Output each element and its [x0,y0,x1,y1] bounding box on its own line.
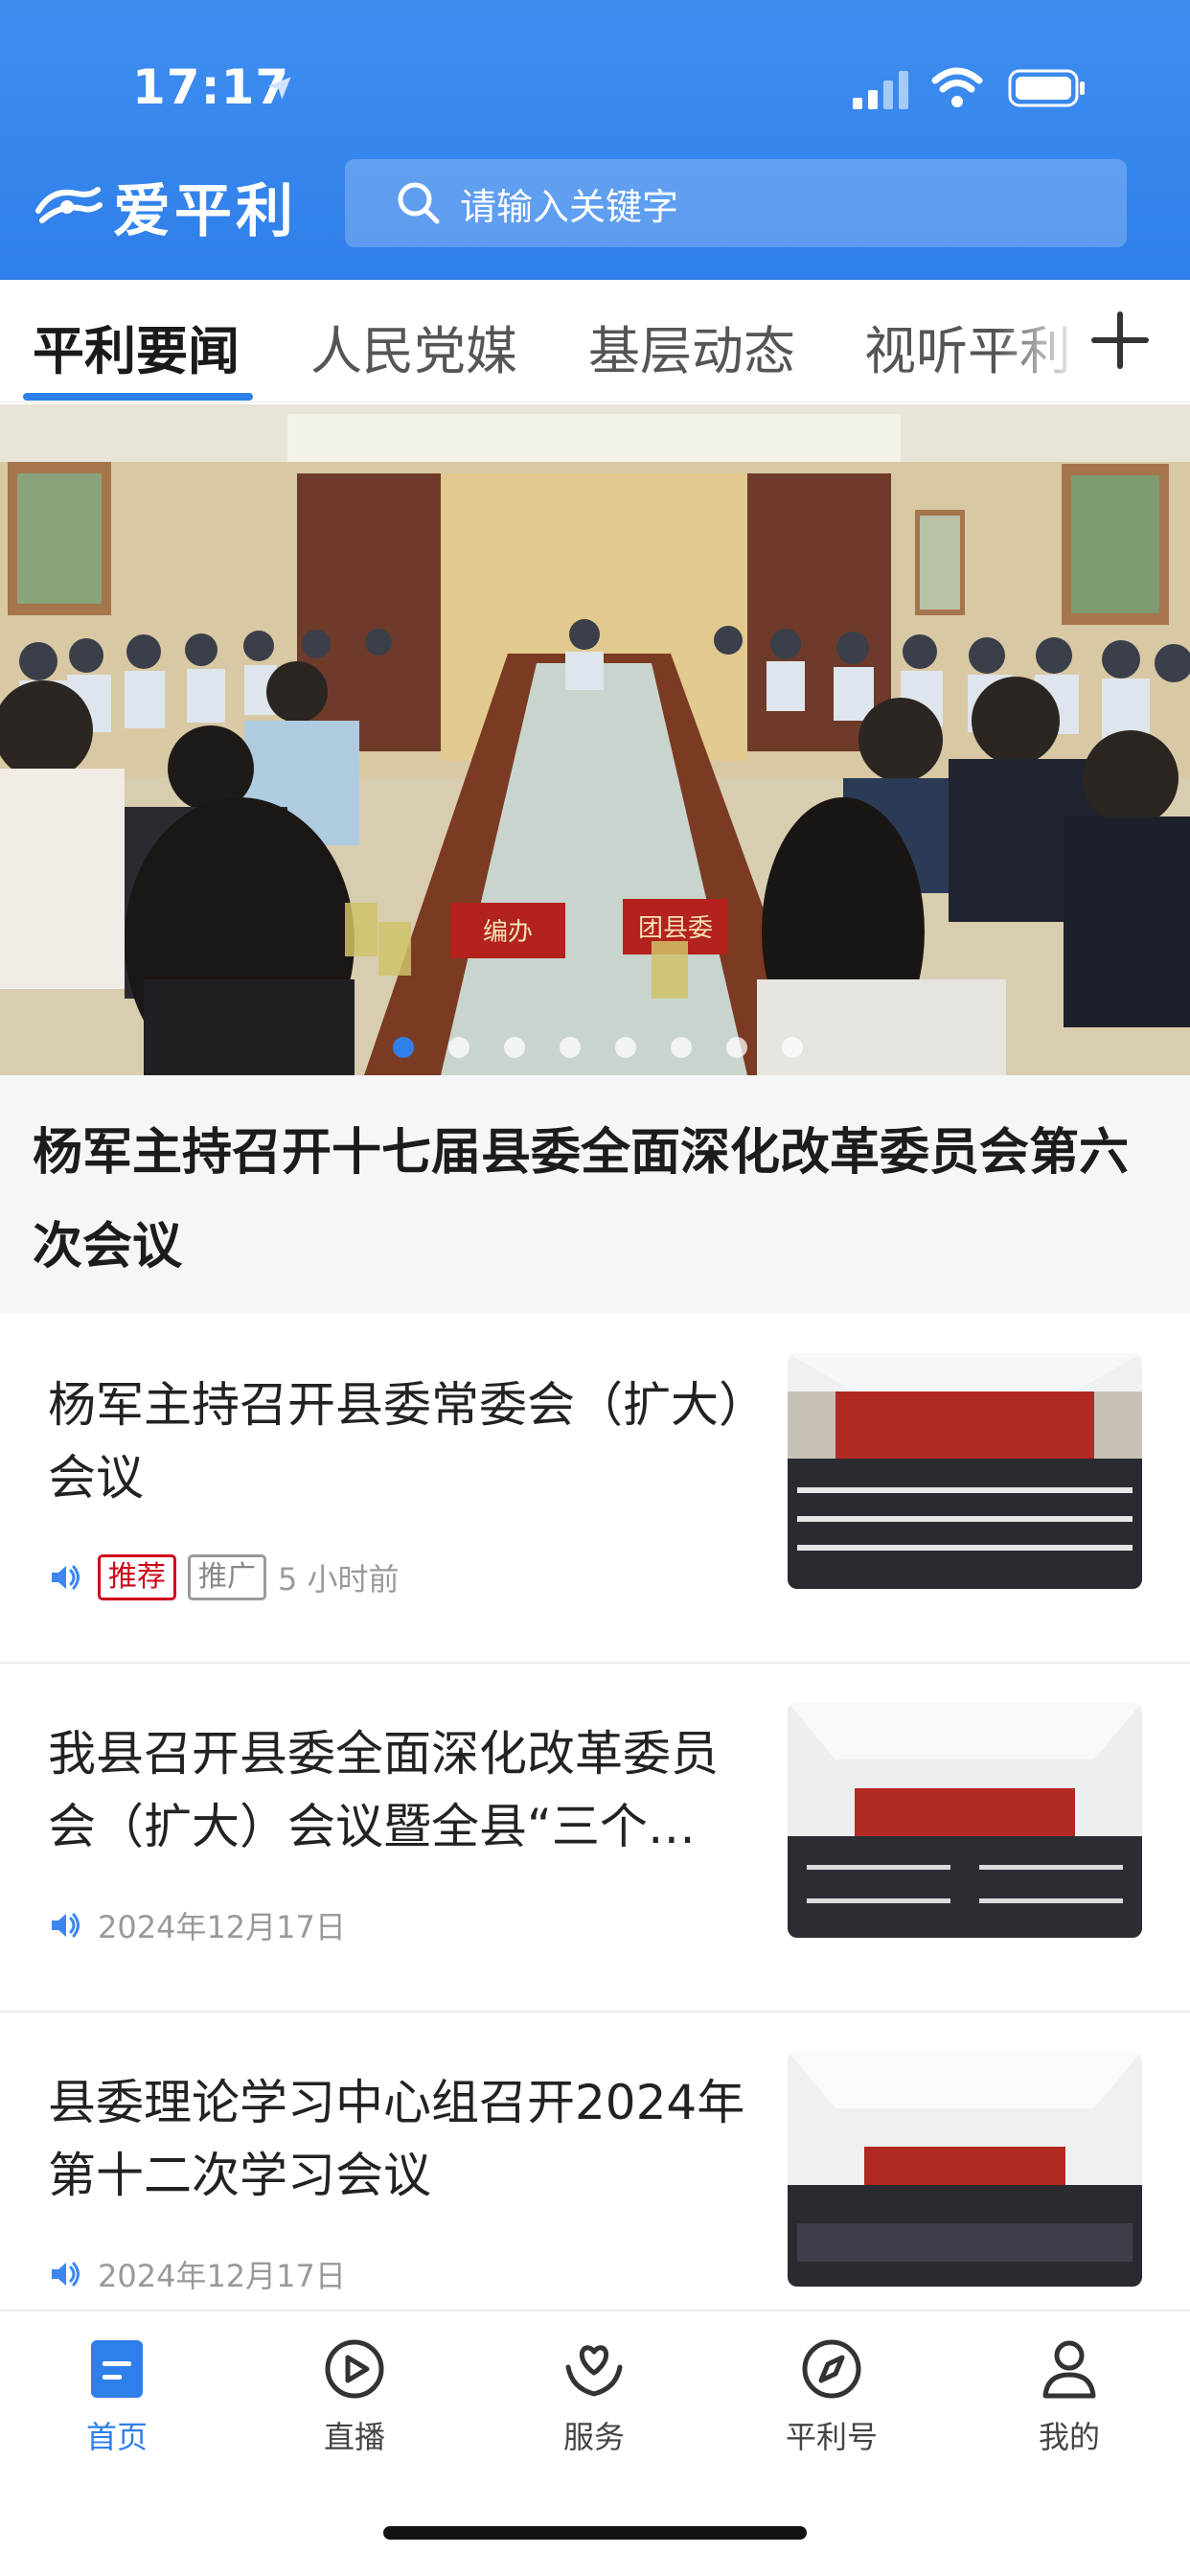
add-channel-icon[interactable] [1087,307,1154,374]
home-icon [91,2340,143,2398]
play-icon [325,2339,384,2399]
signal-icon [853,71,908,109]
search-bar[interactable]: 请输入关键字 [345,159,1127,247]
speaker-icon[interactable] [48,1560,82,1595]
nav-label: 直播 [323,2419,385,2455]
news-item[interactable]: 杨军主持召开县委常委会（扩大）会议 推荐 推广 5 小时前 [0,1315,1190,1664]
search-placeholder: 请输入关键字 [460,185,679,228]
name-plate-2: 团县委 [638,913,713,942]
nav-live[interactable]: 直播 [259,2334,450,2457]
user-icon [1042,2340,1096,2399]
tab-pingli-news[interactable]: 平利要闻 [33,309,240,384]
location-arrow-icon [268,77,291,100]
news-title: 杨军主持召开县委常委会（扩大）会议 [48,1377,743,1506]
carousel-dot[interactable] [671,1037,692,1058]
carousel-dot[interactable] [560,1037,581,1058]
carousel-dot[interactable] [504,1037,525,1058]
news-time: 5 小时前 [278,1561,400,1598]
news-thumbnail [788,2051,1142,2287]
channel-tabs: 平利要闻 人民党媒 基层动态 视听平利 [0,280,1190,402]
news-time: 2024年12月17日 [98,1909,346,1945]
banner-carousel[interactable]: 编办 团县委 [0,404,1190,1075]
battery-icon [1008,69,1085,107]
app-logo: 爱平利 [33,165,297,248]
nav-label: 我的 [1038,2419,1100,2455]
compass-icon [802,2339,861,2399]
nav-service[interactable]: 服务 [498,2334,690,2457]
badge-recommended: 推荐 [98,1554,176,1600]
banner-image: 编办 团县委 [0,404,1190,1075]
badge-promoted: 推广 [188,1554,266,1600]
app-header: 17:17 爱平利 请输入关键字 [0,0,1190,280]
speaker-icon[interactable] [48,1908,82,1943]
news-time: 2024年12月17日 [98,2258,346,2294]
speaker-icon[interactable] [48,2257,82,2291]
wifi-icon [931,67,983,107]
logo-icon [35,186,103,223]
carousel-dot[interactable] [726,1037,747,1058]
nav-label: 平利号 [785,2419,878,2455]
news-meta: 2024年12月17日 [48,1903,346,1947]
news-title: 县委理论学习中心组召开2024年第十二次学习会议 [48,2075,745,2203]
nav-pingli-account[interactable]: 平利号 [736,2334,927,2457]
home-indicator [383,2526,807,2540]
tab-fade-overlay [996,280,1092,401]
tab-party-media[interactable]: 人民党媒 [310,309,517,384]
name-plate-1: 编办 [483,917,533,946]
banner-headline[interactable]: 杨军主持召开十七届县委全面深化改革委员会第六次会议 [0,1075,1190,1313]
app-name: 爱平利 [113,178,297,245]
carousel-dot[interactable] [393,1037,414,1058]
news-meta: 2024年12月17日 [48,2252,346,2296]
nav-profile[interactable]: 我的 [973,2334,1165,2457]
news-meta: 推荐 推广 5 小时前 [48,1554,400,1600]
active-tab-indicator [23,393,253,401]
carousel-dot[interactable] [448,1037,469,1058]
tab-local-updates[interactable]: 基层动态 [588,309,795,384]
carousel-dot[interactable] [782,1037,803,1058]
nav-label: 服务 [562,2419,625,2455]
carousel-dot[interactable] [615,1037,636,1058]
news-thumbnail [788,1353,1142,1589]
banner-headline-text: 杨军主持召开十七届县委全面深化改革委员会第六次会议 [33,1124,1130,1276]
search-icon [398,182,440,224]
nav-home[interactable]: 首页 [21,2334,213,2457]
news-title: 我县召开县委全面深化改革委员会（扩大）会议暨全县“三个… [48,1726,719,1854]
news-thumbnail [788,1702,1142,1938]
nav-label: 首页 [85,2419,148,2455]
service-heart-icon [565,2345,623,2397]
news-item[interactable]: 我县召开县委全面深化改革委员会（扩大）会议暨全县“三个… 2024年12月17日 [0,1664,1190,2012]
